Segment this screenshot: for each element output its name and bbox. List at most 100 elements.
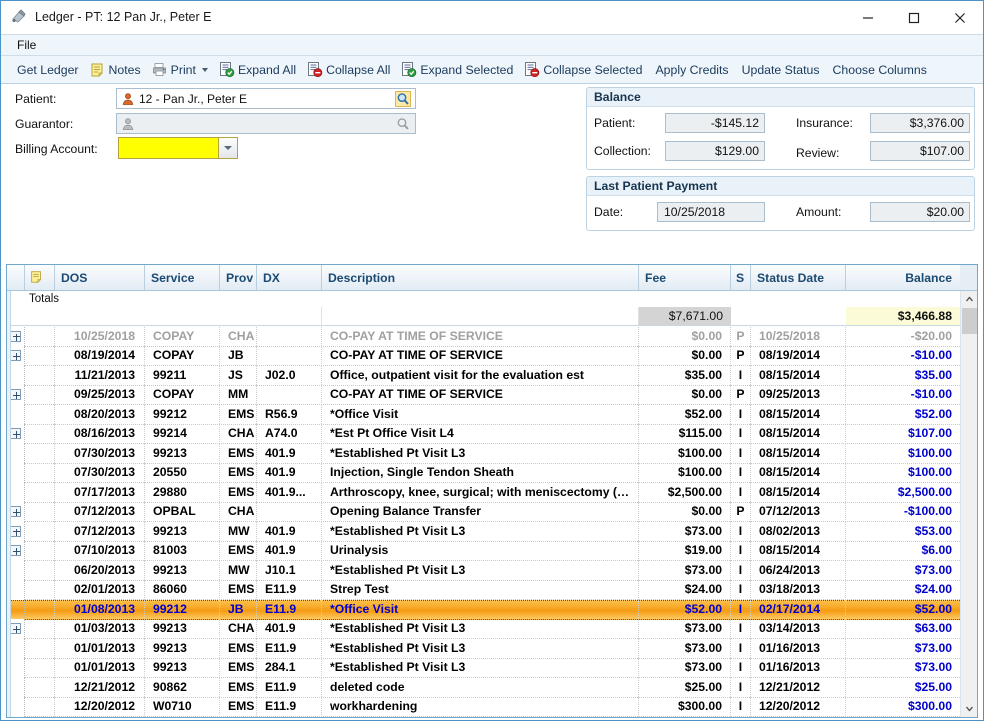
grid-header-prov[interactable]: Prov — [220, 265, 257, 290]
table-row[interactable]: 08/19/2014 COPAY JB CO-PAY AT TIME OF SERVI… — [7, 346, 960, 366]
balance-panel: Balance Patient: -$145.12 Insurance: $3,… — [586, 87, 975, 170]
row-notes-cell[interactable] — [25, 424, 55, 444]
toolbar-apply-credits-button[interactable]: Apply Credits — [647, 58, 733, 82]
plus-icon[interactable] — [10, 623, 21, 635]
row-notes-cell[interactable] — [25, 502, 55, 522]
grid-header-balance[interactable]: Balance — [846, 265, 960, 290]
table-row[interactable]: 06/20/2013 99213 MW J10.1 *Established Pt Vi… — [7, 560, 960, 581]
row-service: COPAY — [145, 327, 220, 346]
plus-icon[interactable] — [10, 428, 21, 440]
row-notes-cell[interactable] — [25, 716, 55, 717]
menu-item-file[interactable]: File — [11, 36, 42, 54]
row-notes-cell[interactable] — [25, 327, 55, 346]
last-payment-date-label: Date: — [594, 205, 624, 219]
row-notes-cell[interactable] — [25, 697, 55, 717]
toolbar-get-ledger-button[interactable]: Get Ledger — [9, 58, 84, 82]
plus-icon[interactable] — [10, 506, 21, 518]
row-service: 86060 — [145, 580, 220, 600]
table-row[interactable]: 09/25/2013 COPAY MM CO-PAY AT TIME OF SERVI… — [7, 385, 960, 405]
toolbar-notes-button[interactable]: Notes — [84, 58, 146, 82]
close-button[interactable] — [937, 2, 983, 34]
row-balance: $100.00 — [907, 445, 952, 460]
grid-header-status-date[interactable]: Status Date — [751, 265, 846, 290]
table-row[interactable]: 07/12/2013 99213 MW 401.9 *Established Pt Vi… — [7, 521, 960, 542]
chevron-down-icon[interactable] — [201, 67, 208, 72]
scroll-down-icon[interactable] — [961, 700, 977, 717]
table-row[interactable]: 01/01/2013 99213 EMS E11.9 *Established Pt V… — [7, 638, 960, 659]
plus-icon[interactable] — [10, 545, 21, 557]
table-row[interactable]: 11/21/2013 99211 JS J02.0 Office, outpatient… — [7, 365, 960, 386]
toolbar-expand-all-button[interactable]: Expand All — [213, 58, 301, 82]
row-notes-cell[interactable] — [25, 482, 55, 502]
toolbar-expand-selected-button[interactable]: Expand Selected — [395, 58, 518, 82]
row-notes-cell[interactable] — [25, 365, 55, 385]
grid-header-description[interactable]: Description — [322, 265, 639, 290]
row-notes-cell[interactable] — [25, 560, 55, 580]
table-row[interactable]: 07/12/2013 OPBAL CHA Opening Balance Transf… — [7, 502, 960, 522]
row-fee: $0.00 — [639, 502, 731, 522]
minimize-button[interactable] — [845, 2, 891, 34]
toolbar-collapse-all-button[interactable]: Collapse All — [301, 58, 395, 82]
grid-header-notes[interactable] — [25, 265, 55, 290]
table-row[interactable]: 01/08/2013 99212 JB E11.9 *Office Visit $52.0… — [7, 600, 960, 620]
table-row[interactable]: 12/20/2012 W0710 EMS E11.9 workhardening $300… — [7, 697, 960, 717]
row-notes-cell[interactable] — [25, 346, 55, 366]
row-notes-cell[interactable] — [25, 521, 55, 541]
grid-header-dos[interactable]: DOS — [55, 265, 145, 290]
row-notes-cell[interactable] — [25, 404, 55, 424]
toolbar-collapse-selected-button[interactable]: Collapse Selected — [518, 58, 647, 82]
table-row[interactable]: 07/10/2013 81003 EMS 401.9 Urinalysis $19.00 I… — [7, 541, 960, 561]
maximize-button[interactable] — [891, 2, 937, 34]
toolbar-update-status-button[interactable]: Update Status — [734, 58, 825, 82]
table-row[interactable]: 01/01/2013 99213 EMS 284.1 *Established Pt V… — [7, 658, 960, 678]
row-notes-cell[interactable] — [25, 600, 55, 620]
row-notes-cell[interactable] — [25, 658, 55, 678]
table-row[interactable]: 08/16/2013 99214 CHA A74.0 *Est Pt Office Vi… — [7, 424, 960, 444]
table-row[interactable]: 01/03/2013 99213 CHA 401.9 *Established Pt V… — [7, 619, 960, 639]
billing-account-dropdown-icon[interactable] — [218, 138, 237, 158]
balance-patient-label: Patient: — [594, 116, 636, 130]
grid-totals-label-row: Totals — [7, 291, 977, 307]
table-row[interactable]: 12/21/2012 90862 EMS E11.9 deleted code $25.0… — [7, 677, 960, 698]
scroll-up-icon[interactable] — [961, 291, 977, 308]
row-dos: 10/25/2018 — [55, 327, 145, 346]
patient-input[interactable]: 12 - Pan Jr., Peter E — [116, 88, 416, 109]
row-dx: 284.1 — [257, 658, 322, 678]
expand-all-icon — [218, 61, 235, 78]
billing-account-select[interactable] — [118, 137, 238, 159]
scrollbar-thumb[interactable] — [962, 308, 977, 334]
patient-search-icon[interactable] — [392, 89, 414, 108]
plus-icon[interactable] — [10, 525, 21, 537]
balance-insurance-value: $3,376.00 — [870, 113, 970, 133]
table-row[interactable]: 07/17/2013 29880 EMS 401.9... Arthroscopy, k… — [7, 482, 960, 503]
table-row[interactable]: 10/25/2018 COPAY CHA CO-PAY AT TIME OF SERV… — [7, 327, 960, 347]
grid-vertical-scrollbar[interactable] — [960, 291, 977, 717]
row-notes-cell[interactable] — [25, 619, 55, 639]
plus-icon[interactable] — [10, 389, 21, 401]
table-row[interactable]: 07/30/2013 20550 EMS 401.9 Injection, Single… — [7, 463, 960, 483]
plus-icon[interactable] — [10, 350, 21, 362]
row-notes-cell[interactable] — [25, 638, 55, 658]
plus-icon[interactable] — [10, 330, 21, 342]
table-row[interactable]: 08/20/2013 99212 EMS R56.9 *Office Visit $52.… — [7, 404, 960, 425]
row-fee: $52.00 — [639, 600, 731, 620]
table-row[interactable]: 07/30/2013 99213 EMS 401.9 *Established Pt V… — [7, 443, 960, 464]
grid-header-dx[interactable]: DX — [257, 265, 322, 290]
row-notes-cell[interactable] — [25, 385, 55, 405]
row-notes-cell[interactable] — [25, 463, 55, 483]
toolbar-collapse-all-label: Collapse All — [326, 62, 391, 77]
grid-header-service[interactable]: Service — [145, 265, 220, 290]
guarantor-input[interactable] — [116, 113, 416, 134]
grid-header-fee[interactable]: Fee — [639, 265, 731, 290]
row-notes-cell[interactable] — [25, 580, 55, 600]
row-dos: 07/17/2013 — [55, 482, 145, 502]
toolbar-choose-columns-button[interactable]: Choose Columns — [825, 58, 932, 82]
grid-header-s[interactable]: S — [731, 265, 751, 290]
guarantor-search-icon[interactable] — [392, 114, 414, 133]
row-notes-cell[interactable] — [25, 443, 55, 463]
row-notes-cell[interactable] — [25, 677, 55, 697]
row-notes-cell[interactable] — [25, 541, 55, 561]
table-row[interactable]: 02/01/2013 86060 EMS E11.9 Strep Test $24.00 I… — [7, 580, 960, 600]
toolbar-print-button[interactable]: Print — [146, 58, 213, 82]
row-dx — [257, 327, 322, 346]
